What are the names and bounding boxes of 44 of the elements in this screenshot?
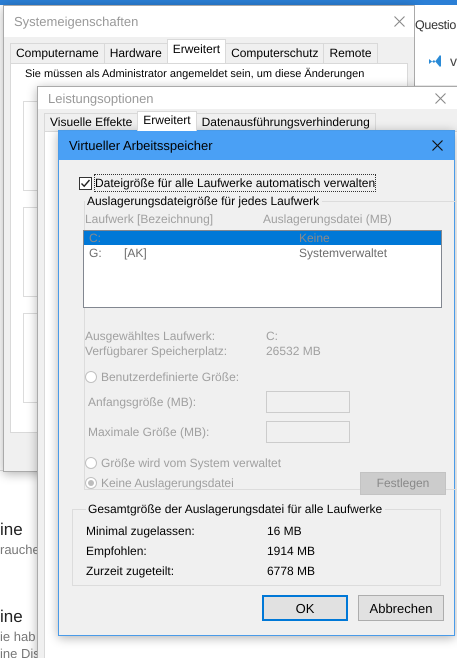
- ok-button[interactable]: OK: [262, 595, 348, 621]
- column-header: Laufwerk [Bezeichnung]: [85, 212, 214, 226]
- total-value: 16 MB: [267, 523, 302, 540]
- tab[interactable]: Visuelle Effekte: [44, 113, 138, 131]
- checkbox[interactable]: [79, 176, 92, 190]
- drive-letter: G:: [89, 246, 103, 260]
- paging-size: Keine: [299, 231, 330, 245]
- total-label: Minimal zugelassen:: [86, 523, 196, 540]
- tab[interactable]: Computername: [10, 43, 105, 63]
- tab[interactable]: Erweitert: [137, 111, 197, 131]
- article-text: ie hab: [0, 628, 36, 645]
- ribbon-logo-icon: [428, 54, 442, 68]
- group-title: Auslagerungsdateigröße für jedes Laufwerk: [86, 194, 320, 208]
- field-label: Maximale Größe (MB):: [88, 425, 210, 439]
- field-label: Anfangsgröße (MB):: [88, 395, 198, 409]
- close-icon[interactable]: [435, 92, 446, 104]
- cancel-button[interactable]: Abbrechen: [358, 595, 444, 621]
- info-value: C:: [266, 329, 278, 344]
- page-heading: Questio: [415, 18, 456, 32]
- window-title: Systemeigenschaften: [14, 14, 138, 29]
- total-label: Zurzeit zugeteilt:: [86, 563, 176, 580]
- close-icon[interactable]: [432, 140, 443, 151]
- info-value: 26532 MB: [266, 344, 321, 359]
- total-value: 1914 MB: [267, 543, 316, 560]
- tab[interactable]: Datenausführungsverhinderung: [196, 113, 376, 131]
- paging-size: Systemverwaltet: [299, 246, 388, 260]
- column-header: Auslagerungsdatei (MB): [263, 212, 392, 226]
- window-title: Virtueller Arbeitsspeicher: [69, 138, 213, 153]
- info-label: Ausgewähltes Laufwerk:: [85, 329, 216, 344]
- link-text[interactable]: v: [450, 53, 457, 69]
- info-label: Verfügbarer Speicherplatz:: [85, 344, 228, 359]
- window-title: Leistungsoptionen: [48, 90, 154, 106]
- group-title: Gesamtgröße der Auslagerungsdatei für alle Laufwerke: [87, 502, 384, 516]
- total-value: 6778 MB: [267, 563, 316, 580]
- total-label: Empfohlen:: [86, 543, 148, 560]
- close-icon[interactable]: [394, 16, 405, 27]
- drive-letter: C:: [89, 231, 102, 245]
- notice-text: Sie müssen als Administrator angemeldet sein, um diese Änderungen: [25, 67, 366, 81]
- checkbox-label[interactable]: Dateigröße für alle Laufwerke automatisch verwalten: [94, 174, 376, 192]
- article-title: ine: [0, 519, 24, 541]
- tab[interactable]: Remote: [323, 43, 378, 63]
- drive-label: [AK]: [124, 246, 147, 260]
- tab[interactable]: Erweitert: [166, 39, 226, 63]
- article-title: ine: [0, 606, 24, 628]
